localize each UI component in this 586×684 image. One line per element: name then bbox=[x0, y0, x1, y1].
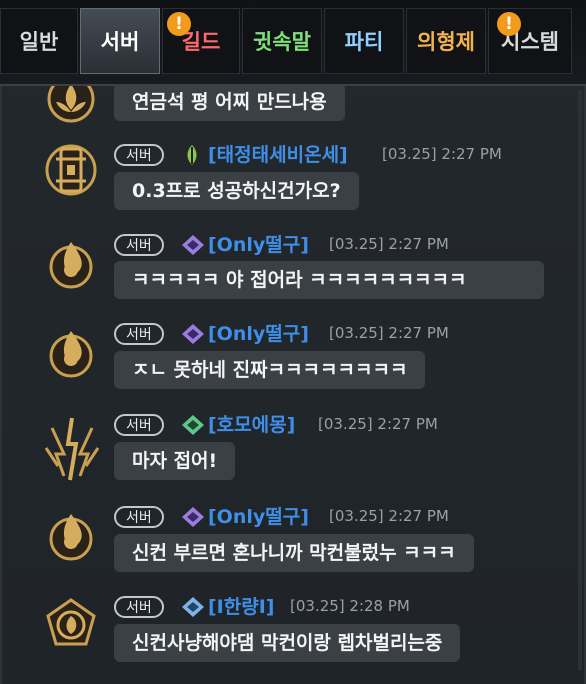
channel-tag: 서버 bbox=[114, 596, 164, 618]
tab-server[interactable]: 서버 bbox=[80, 8, 160, 74]
username[interactable]: [태정태세비온세] bbox=[208, 140, 348, 167]
channel-tag: 서버 bbox=[114, 323, 164, 345]
channel-tag: 서버 bbox=[114, 414, 164, 436]
username[interactable]: [Only떨구] bbox=[208, 319, 309, 346]
timestamp: [03.25] 2:28 PM bbox=[290, 597, 410, 615]
timestamp: [03.25] 2:27 PM bbox=[329, 235, 449, 253]
lightning-emblem-icon bbox=[44, 417, 100, 481]
green-crest-icon bbox=[182, 415, 204, 435]
notification-badge: ! bbox=[167, 12, 191, 36]
username[interactable]: [Only떨구] bbox=[208, 502, 309, 529]
purple-crest-icon bbox=[182, 324, 204, 344]
username[interactable]: [호모에몽] bbox=[208, 410, 295, 437]
username[interactable]: [Only떨구] bbox=[208, 230, 309, 257]
tab-brotherhood[interactable]: 의형제 bbox=[406, 8, 486, 74]
channel-tag: 서버 bbox=[114, 506, 164, 528]
chat-tab-bar: 일반 서버 길드 ! 귓속말 파티 의형제 시스템 ! bbox=[0, 0, 586, 86]
message-text: 0.3프로 성공하신건가오? bbox=[114, 172, 359, 210]
tab-label: 서버 bbox=[100, 30, 140, 54]
scrollbar[interactable] bbox=[578, 90, 582, 670]
message-text: 신컨 부르면 혼나니까 막컨불렀누 ㅋㅋㅋ bbox=[114, 534, 474, 572]
channel-tag: 서버 bbox=[114, 234, 164, 256]
tab-whisper[interactable]: 귓속말 bbox=[242, 8, 322, 74]
timestamp: [03.25] 2:27 PM bbox=[329, 507, 449, 525]
message-text: ㅋㅋㅋㅋㅋ 야 접어라 ㅋㅋㅋㅋㅋㅋㅋㅋㅋ bbox=[114, 261, 544, 299]
blue-crest-icon bbox=[182, 597, 204, 617]
rose-emblem-icon bbox=[46, 598, 96, 646]
username[interactable]: [I한량I] bbox=[208, 592, 274, 619]
purple-crest-icon bbox=[182, 235, 204, 255]
leaf-class-icon bbox=[187, 145, 197, 165]
chat-window: 일반 서버 길드 ! 귓속말 파티 의형제 시스템 ! 연금석 평 어찌 만드나… bbox=[0, 0, 586, 684]
tab-label: 의형제 bbox=[417, 30, 475, 54]
flame-emblem-icon bbox=[49, 242, 93, 289]
notification-badge: ! bbox=[497, 12, 521, 36]
message-text: ㅈㄴ 못하네 진짜ㅋㅋㅋㅋㅋㅋㅋㅋ bbox=[114, 351, 426, 389]
tab-party[interactable]: 파티 bbox=[324, 8, 404, 74]
flame-emblem-icon bbox=[49, 514, 93, 561]
message-text: 마자 접어! bbox=[114, 442, 236, 480]
gate-emblem-icon bbox=[45, 144, 97, 196]
channel-tag: 서버 bbox=[114, 144, 164, 166]
tab-label: 일반 bbox=[19, 30, 59, 54]
tab-guild[interactable]: 길드 ! bbox=[162, 8, 240, 74]
tab-label: 귓속말 bbox=[253, 30, 311, 54]
message-text: 신컨사냥해야댐 막컨이랑 렙차벌리는중 bbox=[114, 624, 461, 662]
tab-general[interactable]: 일반 bbox=[0, 8, 78, 74]
message-text: 연금석 평 어찌 만드나용 bbox=[114, 86, 345, 121]
timestamp: [03.25] 2:27 PM bbox=[382, 145, 502, 163]
tab-label: 파티 bbox=[344, 30, 384, 54]
tab-system[interactable]: 시스템 ! bbox=[488, 8, 572, 74]
flame-emblem-icon bbox=[49, 331, 93, 378]
message-list[interactable]: 연금석 평 어찌 만드나용 서버 [태정태세비온세] [03.25] 2:27 … bbox=[0, 86, 586, 684]
timestamp: [03.25] 2:27 PM bbox=[318, 415, 438, 433]
lotus-emblem-icon bbox=[47, 86, 95, 123]
timestamp: [03.25] 2:27 PM bbox=[329, 324, 449, 342]
purple-crest-icon bbox=[182, 507, 204, 527]
